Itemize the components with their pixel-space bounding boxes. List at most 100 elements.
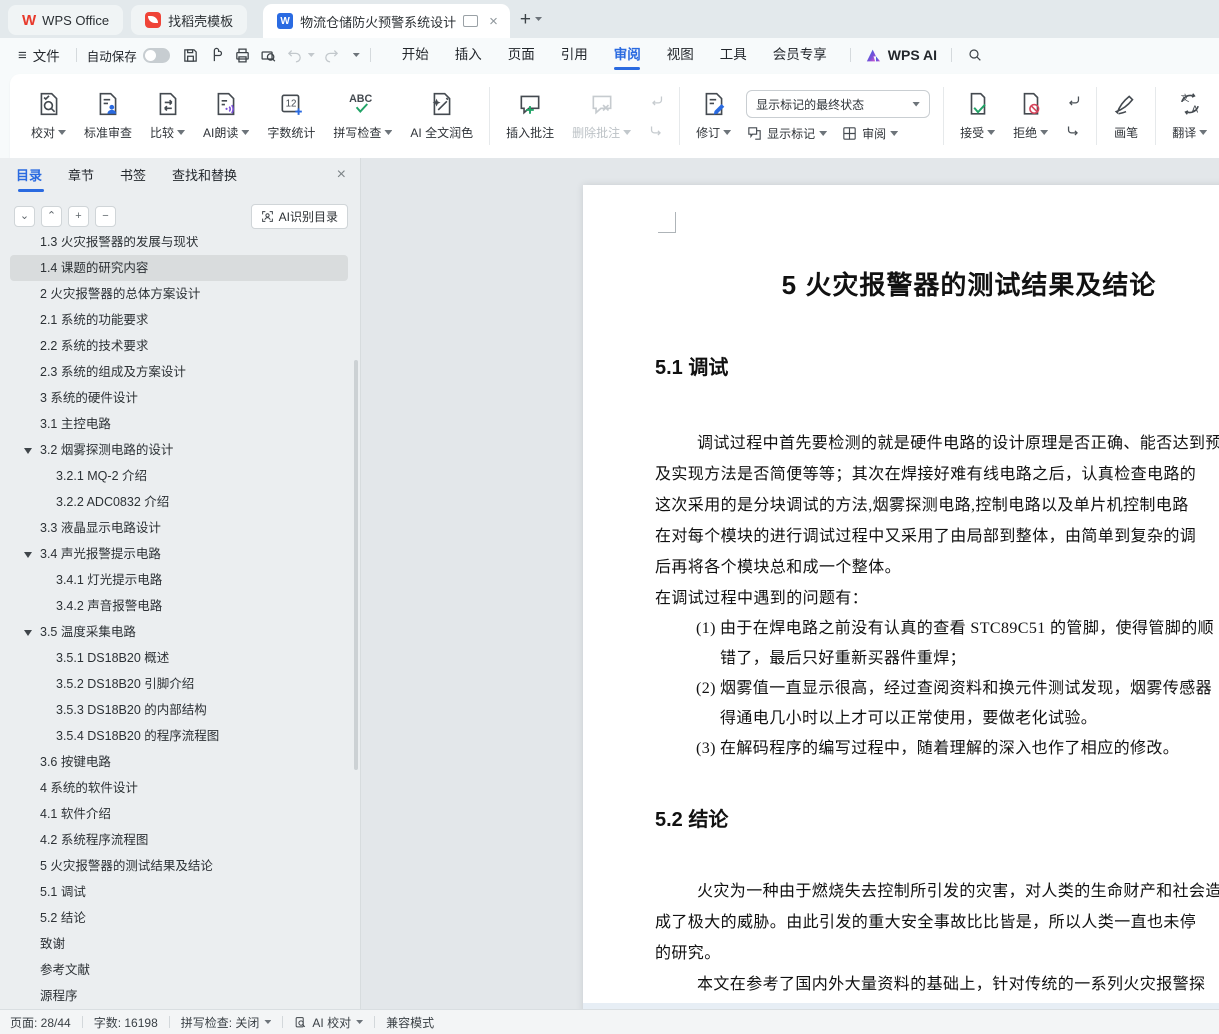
toc-item[interactable]: 1.4 课题的研究内容 [10, 255, 348, 281]
brush-button[interactable]: 画笔 [1104, 79, 1148, 153]
ai-polish-button[interactable]: AI 全文润色 [401, 79, 482, 153]
compare-button[interactable]: 比较 [141, 79, 194, 153]
toc-item[interactable]: 3.2.2 ADC0832 介绍 [10, 489, 348, 515]
toc-item[interactable]: 2.1 系统的功能要求 [10, 307, 348, 333]
toc-item[interactable]: 3.4.1 灯光提示电路 [10, 567, 348, 593]
toc-item[interactable]: 3.4 声光报警提示电路 [10, 541, 348, 567]
divider [849, 48, 851, 62]
sidebar-tab-contents[interactable]: 目录 [16, 158, 45, 194]
toc-item[interactable]: 3.5.2 DS18B20 引脚介绍 [10, 671, 348, 697]
document-page[interactable]: 5 火灾报警器的测试结果及结论 5.1 调试 调试过程中首先要检测的就是硬件电路… [583, 185, 1219, 1010]
toc-item[interactable]: 3.5.3 DS18B20 的内部结构 [10, 697, 348, 723]
toc-collapse-caret-icon[interactable] [24, 552, 32, 558]
print-preview-icon[interactable] [256, 43, 282, 67]
show-markup-button[interactable]: 显示标记 [746, 125, 828, 142]
toc-item[interactable]: 3.5 温度采集电路 [10, 619, 348, 645]
toc-item[interactable]: 2.3 系统的组成及方案设计 [10, 359, 348, 385]
review-pane-button[interactable]: 审阅 [841, 125, 899, 142]
markup-state-dropdown[interactable]: 显示标记的最终状态 [746, 90, 931, 118]
toc-collapse-caret-icon[interactable] [24, 448, 32, 454]
toc-zoom-in-button[interactable]: + [68, 206, 89, 227]
delete-comment-button[interactable]: 删除批注 [563, 79, 640, 153]
toc-item[interactable]: 3.5.4 DS18B20 的程序流程图 [10, 723, 348, 749]
toc-item[interactable]: 5 火灾报警器的测试结果及结论 [10, 853, 348, 879]
menu-item[interactable]: 审阅 [601, 38, 654, 72]
toc-item[interactable]: 3.1 主控电路 [10, 411, 348, 437]
tab-template-store[interactable]: 找稻壳模板 [131, 5, 248, 35]
previous-comment-icon[interactable] [644, 89, 668, 113]
toc-item[interactable]: 参考文献 [10, 957, 348, 983]
toc-item-label: 3.5.3 DS18B20 的内部结构 [56, 703, 207, 717]
menu-item[interactable]: 工具 [707, 38, 760, 72]
next-revision-icon[interactable] [1061, 119, 1085, 143]
wps-ai-button[interactable]: WPS AI [861, 47, 941, 63]
undo-icon[interactable] [282, 43, 308, 67]
autosave-toggle[interactable] [142, 47, 170, 63]
toc-expand-down-button[interactable]: ⌄ [14, 206, 35, 227]
menu-item[interactable]: 引用 [548, 38, 601, 72]
sidebar-close-icon[interactable]: × [337, 166, 346, 184]
toc-zoom-out-button[interactable]: − [95, 206, 116, 227]
sidebar-tab-chapters[interactable]: 章节 [68, 158, 94, 194]
toc-item[interactable]: 2.2 系统的技术要求 [10, 333, 348, 359]
sidebar-tab-bookmarks[interactable]: 书签 [120, 158, 146, 194]
menu-item[interactable]: 页面 [495, 38, 548, 72]
word-count-button[interactable]: 12 字数统计 [258, 79, 324, 153]
proofread-button[interactable]: 校对 [22, 79, 75, 153]
ai-recognize-toc-button[interactable]: AI识别目录 [250, 204, 348, 229]
print-icon[interactable] [230, 43, 256, 67]
undo-chevron-icon[interactable] [307, 53, 315, 57]
toc-scrollbar[interactable] [354, 360, 358, 770]
previous-revision-icon[interactable] [1061, 89, 1085, 113]
toc-collapse-up-button[interactable]: ⌃ [41, 206, 62, 227]
insert-comment-button[interactable]: 插入批注 [497, 79, 563, 153]
file-menu[interactable]: ≡ 文件 [12, 45, 66, 65]
menu-item[interactable]: 开始 [389, 38, 442, 72]
toc-item[interactable]: 3.5.1 DS18B20 概述 [10, 645, 348, 671]
toc-item[interactable]: 5.1 调试 [10, 879, 348, 905]
toc-item[interactable]: 3.2 烟雾探测电路的设计 [10, 437, 348, 463]
toc-item[interactable]: 3.4.2 声音报警电路 [10, 593, 348, 619]
ai-read-button[interactable]: AI朗读 [194, 79, 258, 153]
search-icon[interactable] [962, 43, 988, 67]
new-tab-button[interactable]: + [520, 10, 543, 29]
toolbar-more-chevron-icon[interactable] [352, 53, 360, 57]
next-comment-icon[interactable] [644, 119, 668, 143]
accept-button[interactable]: 接受 [951, 79, 1004, 153]
export-pdf-icon[interactable] [204, 43, 230, 67]
menu-item[interactable]: 插入 [442, 38, 495, 72]
toc-item[interactable]: 4.1 软件介绍 [10, 801, 348, 827]
tab-document[interactable]: W 物流仓储防火预警系统设计 × [263, 4, 510, 38]
tab-close-icon[interactable]: × [485, 13, 502, 30]
toc-item[interactable]: 2 火灾报警器的总体方案设计 [10, 281, 348, 307]
toc-item[interactable]: 4 系统的软件设计 [10, 775, 348, 801]
ai-proofread-status[interactable]: AI 校对 [294, 1014, 364, 1031]
split-window-icon[interactable] [463, 15, 479, 27]
menu-item[interactable]: 视图 [654, 38, 707, 72]
document-text-line: 调试过程中首先要检测的就是硬件电路的设计原理是否正确、能否达到预 [697, 435, 1219, 452]
toc-item[interactable]: 1.3 火灾报警器的发展与现状 [10, 236, 348, 255]
toc-item[interactable]: 5.2 结论 [10, 905, 348, 931]
revise-button[interactable]: 修订 [687, 79, 740, 153]
toc-item-label: 3 系统的硬件设计 [40, 391, 138, 405]
toc-item[interactable]: 4.2 系统程序流程图 [10, 827, 348, 853]
toc-item[interactable]: 源程序 [10, 983, 348, 1009]
wps-ai-icon [866, 49, 880, 61]
standard-review-button[interactable]: 标准审查 [75, 79, 141, 153]
translate-button[interactable]: 文 A 翻译 [1163, 79, 1216, 153]
toc-item[interactable]: 3.6 按键电路 [10, 749, 348, 775]
toc-item[interactable]: 3 系统的硬件设计 [10, 385, 348, 411]
menu-item[interactable]: 会员专享 [760, 38, 840, 72]
toc-item[interactable]: 3.3 液晶显示电路设计 [10, 515, 348, 541]
toc-item[interactable]: 致谢 [10, 931, 348, 957]
tab-wps-office[interactable]: W WPS Office [8, 5, 124, 35]
toc-item[interactable]: 3.2.1 MQ-2 介绍 [10, 463, 348, 489]
toc-collapse-caret-icon[interactable] [24, 630, 32, 636]
sidebar-tab-find-replace[interactable]: 查找和替换 [172, 158, 237, 194]
spell-check-button[interactable]: ABC 拼写检查 [324, 79, 401, 153]
spellcheck-status[interactable]: 拼写检查: 关闭 [181, 1014, 272, 1031]
save-icon[interactable] [178, 43, 204, 67]
reject-button[interactable]: 拒绝 [1004, 79, 1057, 153]
list-item-number: (1) [696, 620, 716, 637]
redo-icon[interactable] [319, 43, 345, 67]
